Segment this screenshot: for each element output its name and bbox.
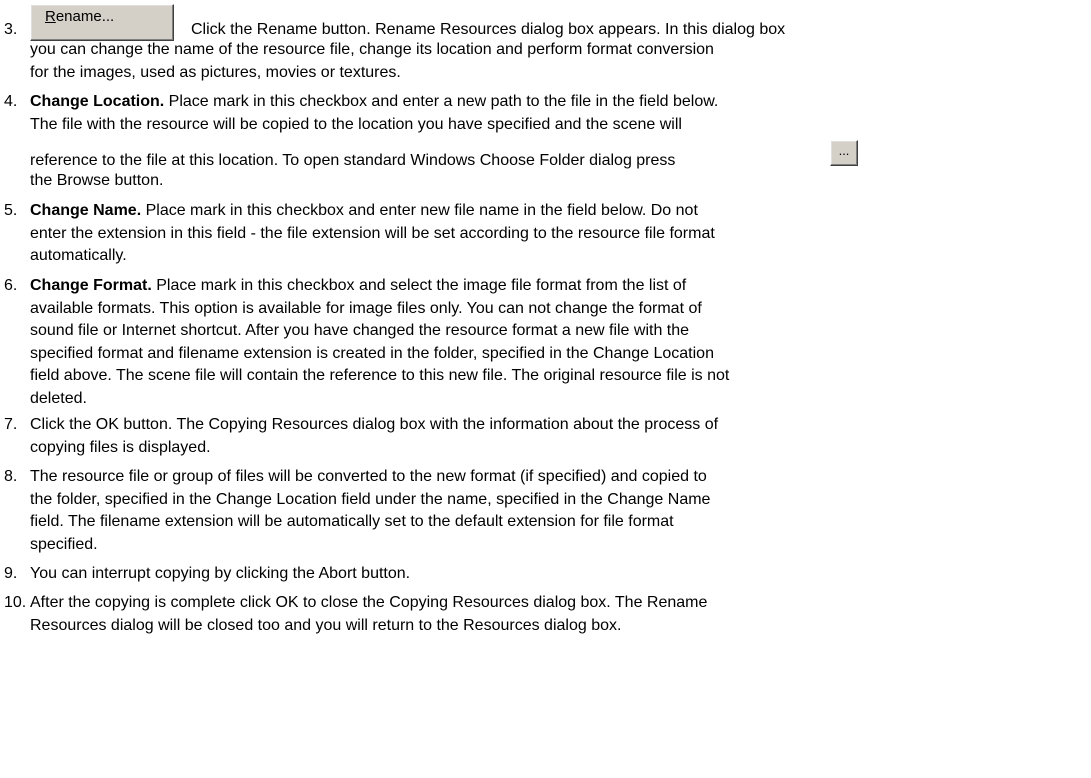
step-text: the folder, specified in the Change Loca…	[30, 490, 711, 508]
step-text: Click the OK button. The Copying Resourc…	[30, 416, 719, 433]
step-text: for the images, used as pictures, movies…	[30, 63, 401, 81]
step-number: 3.	[4, 21, 18, 38]
step-text: Click the Rename button. Rename Resource…	[191, 21, 786, 38]
step-number: 6.	[4, 277, 18, 294]
step-text: automatically.	[30, 247, 127, 264]
step-text: deleted.	[30, 389, 87, 407]
step-heading: Change Name.	[30, 202, 142, 219]
rename-button[interactable]: Rename...	[30, 4, 174, 41]
step-text: The file with the resource will be copie…	[30, 115, 682, 133]
step-text: sound file or Internet shortcut. After y…	[30, 322, 690, 339]
step-heading: Change Format.	[30, 277, 152, 294]
step-6: 6. Change Format. Place mark in this che…	[4, 275, 1084, 410]
step-text: copying files is displayed.	[30, 438, 211, 456]
step-number: 10.	[4, 594, 27, 611]
step-text: specified format and filename extension …	[30, 344, 714, 362]
step-text: Resources dialog will be closed too and …	[30, 616, 622, 634]
step-text: You can interrupt copying by clicking th…	[30, 565, 411, 582]
step-text: enter the extension in this field - the …	[30, 224, 715, 242]
step-text: After the copying is complete click OK t…	[30, 594, 708, 611]
step-text: Place mark in this checkbox and select t…	[151, 277, 687, 294]
step-text: you can change the name of the resource …	[30, 41, 714, 58]
step-number: 7.	[4, 416, 18, 433]
step-heading: Change Location.	[30, 93, 165, 110]
step-7: 7. Click the OK button. The Copying Reso…	[4, 414, 1084, 459]
step-text: available formats. This option is availa…	[30, 299, 702, 317]
step-text: specified.	[30, 535, 98, 553]
step-number: 4.	[4, 93, 18, 110]
step-text: field above. The scene file will contain…	[30, 367, 730, 384]
step-text: field. The filename extension will be au…	[30, 513, 674, 530]
step-number: 8.	[4, 468, 18, 485]
step-text: Place mark in this checkbox and enter a …	[164, 93, 719, 110]
browse-button[interactable]: ...	[830, 140, 858, 166]
step-8: 8. The resource file or group of files w…	[4, 466, 1084, 556]
step-text: the Browse button.	[30, 172, 164, 189]
step-number: 5.	[4, 202, 18, 219]
step-text: reference to the file at this location. …	[30, 152, 676, 169]
step-3: 3. Rename... Click the Rename button. Re…	[4, 4, 1084, 84]
step-text: The resource file or group of files will…	[30, 468, 707, 485]
step-10: 10. After the copying is complete click …	[4, 592, 1084, 637]
step-text: Place mark in this checkbox and enter ne…	[141, 202, 698, 219]
step-9: 9. You can interrupt copying by clicking…	[4, 563, 1084, 586]
step-4: 4. Change Location. Place mark in this c…	[4, 91, 1084, 193]
step-number: 9.	[4, 565, 18, 582]
step-5: 5. Change Name. Place mark in this check…	[4, 200, 1084, 268]
